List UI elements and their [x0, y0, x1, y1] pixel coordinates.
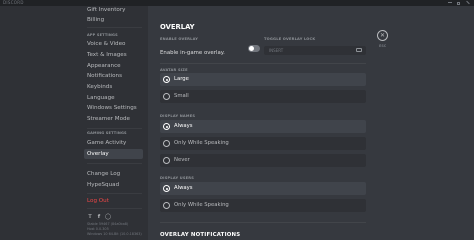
version-line-build: Stable 59467 (84a0ba8) [87, 222, 129, 226]
version-line-os: Windows 10 64-Bit (10.0.18363) [87, 232, 142, 236]
close-settings-button[interactable]: ✕ [377, 30, 388, 41]
facebook-icon[interactable]: f [96, 214, 102, 220]
instagram-icon[interactable]: ◯ [105, 214, 111, 220]
radio-icon [163, 93, 170, 100]
esc-label: ESC [379, 44, 387, 48]
sidebar-item-gift-inventory[interactable]: Gift Inventory [84, 5, 143, 15]
display-names-always-option[interactable]: Always [160, 120, 366, 133]
radio-label: Only While Speaking [174, 140, 229, 146]
display-users-header: DISPLAY USERS [160, 176, 195, 180]
radio-icon [163, 202, 170, 209]
enable-overlay-label: Enable in-game overlay. [160, 50, 225, 56]
enable-overlay-header: ENABLE OVERLAY [160, 37, 199, 41]
section-divider [160, 63, 366, 64]
twitter-icon[interactable]: 𝕋 [87, 214, 93, 220]
display-users-always-option[interactable]: Always [160, 182, 366, 195]
sidebar-item-streamer-mode[interactable]: Streamer Mode [84, 114, 143, 124]
toggle-lock-header: TOGGLE OVERLAY LOCK [264, 37, 316, 41]
sidebar-item-notifications[interactable]: Notifications [84, 71, 143, 81]
sidebar-item-overlay[interactable]: Overlay [84, 149, 143, 159]
radio-icon [163, 140, 170, 147]
radio-icon [163, 76, 170, 83]
sidebar-item-change-log[interactable]: Change Log [84, 169, 143, 179]
sidebar-item-hypesquad[interactable]: HypeSquad [84, 180, 143, 190]
radio-label: Small [174, 93, 189, 99]
display-users-speaking-option[interactable]: Only While Speaking [160, 199, 366, 212]
display-names-never-option[interactable]: Never [160, 154, 366, 167]
sidebar-divider [87, 128, 142, 129]
sidebar-item-billing[interactable]: Billing [84, 15, 143, 25]
avatar-size-small-option[interactable]: Small [160, 90, 366, 103]
sidebar-item-windows-settings[interactable]: Windows Settings [84, 103, 143, 113]
avatar-size-header: AVATAR SIZE [160, 68, 188, 72]
page-title: OVERLAY [160, 23, 195, 31]
gaming-settings-header: GAMING SETTINGS [87, 131, 127, 135]
radio-label: Only While Speaking [174, 202, 229, 208]
sidebar-divider [87, 163, 142, 164]
radio-label: Large [174, 76, 189, 82]
radio-label: Always [174, 185, 193, 191]
radio-label: Never [174, 157, 190, 163]
keyboard-icon [356, 48, 362, 52]
sidebar-item-keybinds[interactable]: Keybinds [84, 82, 143, 92]
settings-sidebar: Gift Inventory Billing APP SETTINGS Voic… [0, 6, 148, 240]
display-names-speaking-option[interactable]: Only While Speaking [160, 137, 366, 150]
sidebar-divider [87, 208, 142, 209]
overlay-notifications-header: OVERLAY NOTIFICATIONS [160, 232, 241, 238]
sidebar-item-text-images[interactable]: Text & Images [84, 50, 143, 60]
overlay-lock-keybind[interactable]: INSERT [264, 46, 366, 55]
settings-content: OVERLAY ENABLE OVERLAY TOGGLE OVERLAY LO… [148, 6, 474, 240]
app-settings-header: APP SETTINGS [87, 33, 118, 37]
keybind-value: INSERT [269, 48, 284, 53]
toggle-knob [249, 46, 254, 51]
radio-icon [163, 157, 170, 164]
sidebar-item-log-out[interactable]: Log Out [84, 196, 143, 206]
sidebar-divider [87, 193, 142, 194]
display-names-header: DISPLAY NAMES [160, 114, 196, 118]
version-line-host: Host 0.0.305 [87, 227, 109, 231]
enable-overlay-toggle[interactable] [248, 45, 260, 52]
radio-icon [163, 123, 170, 130]
section-divider [160, 222, 366, 223]
social-links: 𝕋 f ◯ [87, 214, 111, 220]
radio-label: Always [174, 123, 193, 129]
sidebar-item-language[interactable]: Language [84, 93, 143, 103]
sidebar-item-appearance[interactable]: Appearance [84, 61, 143, 71]
sidebar-item-game-activity[interactable]: Game Activity [84, 138, 143, 148]
sidebar-item-voice-video[interactable]: Voice & Video [84, 39, 143, 49]
sidebar-divider [87, 27, 142, 28]
radio-icon [163, 185, 170, 192]
avatar-size-large-option[interactable]: Large [160, 73, 366, 86]
